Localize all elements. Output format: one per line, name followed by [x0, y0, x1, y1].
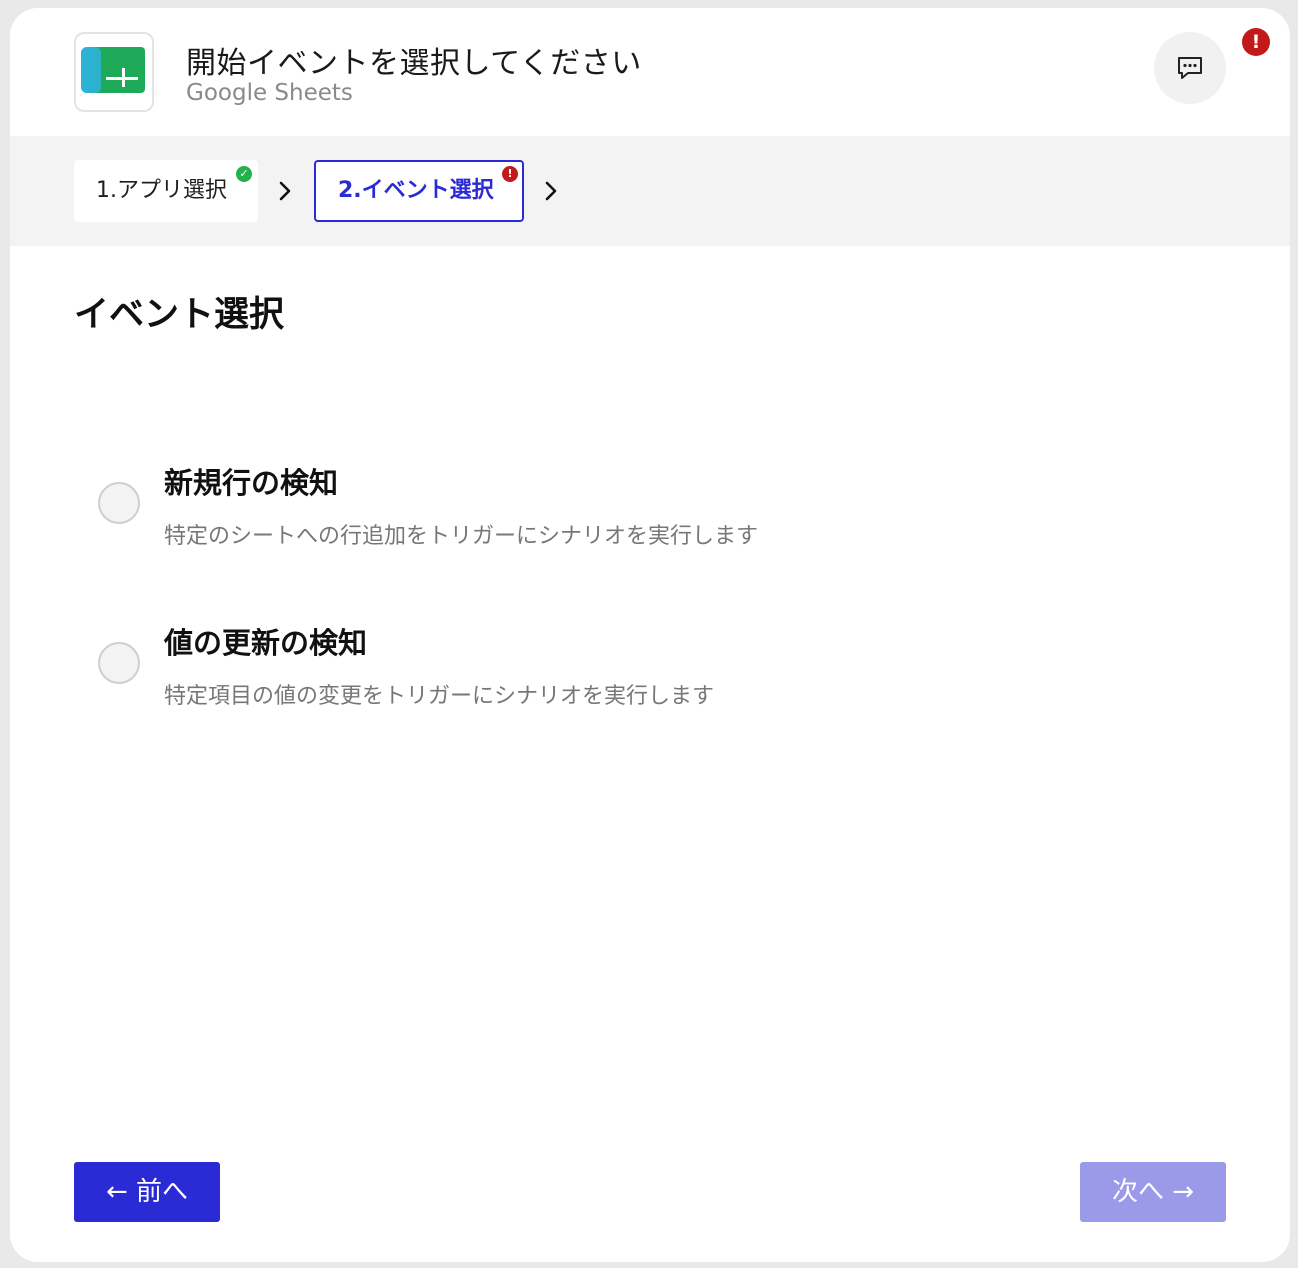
- section-title: イベント選択: [74, 295, 285, 335]
- page-title: 開始イベントを選択してください: [186, 46, 642, 81]
- chat-button[interactable]: [1154, 32, 1226, 104]
- step-app-select[interactable]: 1.アプリ選択 ✓: [74, 160, 258, 222]
- google-sheets-icon: [74, 32, 154, 112]
- step-label: 1.アプリ選択: [96, 178, 227, 203]
- alert-icon: !: [1242, 28, 1270, 56]
- option-description: 特定項目の値の変更をトリガーにシナリオを実行します: [164, 684, 715, 709]
- stepper: 1.アプリ選択 ✓ 2.イベント選択 !: [10, 136, 1290, 246]
- check-icon: ✓: [236, 166, 252, 182]
- event-option-value-update[interactable]: 値の更新の検知 特定項目の値の変更をトリガーにシナリオを実行します: [94, 616, 1194, 726]
- chevron-right-icon: [545, 181, 557, 201]
- next-button[interactable]: 次へ →: [1080, 1162, 1226, 1222]
- event-option-new-row[interactable]: 新規行の検知 特定のシートへの行追加をトリガーにシナリオを実行します: [94, 456, 1194, 566]
- radio-button[interactable]: [98, 642, 140, 684]
- option-label: 値の更新の検知: [164, 626, 368, 660]
- error-icon: !: [502, 166, 518, 182]
- app-name: Google Sheets: [186, 80, 353, 106]
- header: 開始イベントを選択してください Google Sheets !: [10, 8, 1290, 136]
- chat-bubble-icon: [1178, 57, 1202, 79]
- step-label: 2.イベント選択: [338, 178, 494, 203]
- option-description: 特定のシートへの行追加をトリガーにシナリオを実行します: [164, 524, 759, 549]
- option-label: 新規行の検知: [164, 466, 339, 500]
- prev-button[interactable]: ← 前へ: [74, 1162, 220, 1222]
- chevron-right-icon: [279, 181, 291, 201]
- radio-button[interactable]: [98, 482, 140, 524]
- dialog-window: 開始イベントを選択してください Google Sheets ! 1.アプリ選択 …: [10, 8, 1290, 1262]
- step-event-select[interactable]: 2.イベント選択 !: [314, 160, 524, 222]
